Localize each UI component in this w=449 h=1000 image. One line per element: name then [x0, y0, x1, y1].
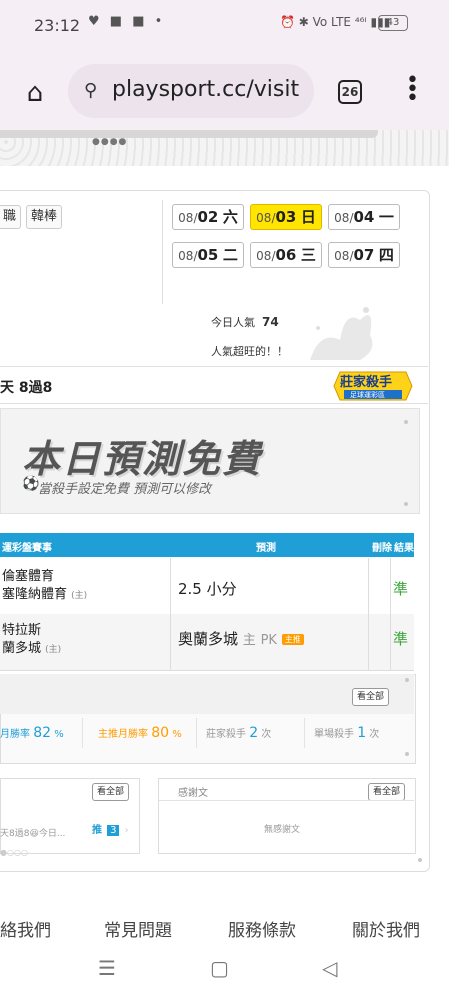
push-counter[interactable]: 推 3 ›: [92, 818, 129, 837]
status-time: 23:12: [34, 16, 81, 35]
footer-about-link[interactable]: 關於我們: [352, 916, 420, 941]
see-all-button[interactable]: 看全部: [368, 783, 406, 801]
result-badge: 準: [393, 580, 409, 598]
banker-killer-count: 莊家殺手 2 次: [206, 725, 272, 741]
col-event: 運彩盤賽事: [2, 543, 52, 554]
col-divider: [170, 558, 171, 614]
header-tab-bar: [0, 130, 378, 138]
prediction-value: 2.5 小分: [178, 580, 237, 598]
main-pick-tag: 主推: [281, 634, 304, 645]
col-divider: [368, 558, 369, 614]
date-button[interactable]: 08/07 四: [328, 242, 400, 268]
footer-contact-link[interactable]: 絡我們: [0, 916, 51, 941]
match-teams[interactable]: 特拉斯 蘭多城 (主): [2, 622, 61, 659]
col-divider: [170, 614, 171, 670]
see-all-button[interactable]: 看全部: [92, 783, 130, 801]
popularity-count: 今日人氣 74: [211, 315, 279, 329]
site-settings-icon[interactable]: ⚲: [84, 80, 97, 101]
col-result: 結果: [394, 543, 414, 554]
popularity-note: 人氣超旺的！！: [211, 345, 288, 358]
corner-dot: [404, 420, 408, 424]
prediction-table-header: 運彩盤賽事 預測 刪除 結果: [0, 533, 414, 557]
soccer-ball-icon: ⚽: [22, 476, 40, 492]
top-pick-month-win-rate: 主推月勝率 80 %: [98, 725, 182, 741]
see-all-button[interactable]: 看全部: [352, 688, 390, 706]
badge-title: 莊家殺手: [340, 375, 393, 390]
home-icon[interactable]: ⌂: [20, 78, 50, 108]
system-status-icons: ⏰ ✱ Vo LTE ⁴⁶ᴵ ▮▮▮: [280, 15, 391, 29]
tab-count-button[interactable]: 26: [338, 80, 362, 104]
date-button-selected[interactable]: 08/03 日: [250, 204, 322, 230]
date-button[interactable]: 08/04 一: [328, 204, 400, 230]
date-button[interactable]: 08/05 二: [172, 242, 244, 268]
footer-terms-link[interactable]: 服務條款: [228, 916, 296, 941]
stat-divider: [304, 718, 305, 748]
battery-icon: 43: [378, 15, 408, 31]
badge-subtitle: 足球運彩區: [350, 391, 385, 399]
corner-dot: [405, 752, 409, 756]
match-teams[interactable]: 倫塞體育 塞隆納體育 (主): [2, 568, 87, 605]
more-menu-icon[interactable]: • • •: [406, 70, 419, 110]
month-win-rate: 月勝率 82 %: [0, 725, 64, 741]
prediction-value: 奧蘭多城 主 PK 主推: [178, 628, 304, 649]
recent-post-snippet[interactable]: 天8過8😆今日...: [0, 826, 65, 839]
thanks-empty-text: 無感謝文: [264, 825, 301, 835]
free-prediction-subtitle: 當殺手設定免費 預測可以修改: [38, 482, 212, 497]
notification-icons: ♥ ■ ■ •: [88, 14, 166, 29]
single-killer-count: 單場殺手 1 次: [314, 725, 380, 741]
corner-dot: [404, 502, 408, 506]
col-divider: [368, 614, 369, 670]
carousel-dots[interactable]: ●●●●: [92, 137, 127, 147]
date-button[interactable]: 08/02 六: [172, 204, 244, 230]
stat-divider: [196, 718, 197, 748]
divider: [162, 200, 163, 304]
date-button[interactable]: 08/06 三: [250, 242, 322, 268]
pager-dots: ●○○○: [0, 848, 28, 857]
main-card: [0, 190, 430, 872]
back-icon[interactable]: ◁: [322, 956, 337, 980]
league-tag[interactable]: 職: [0, 205, 22, 229]
league-tag[interactable]: 韓棒: [26, 205, 63, 229]
col-delete: 刪除: [372, 543, 392, 554]
free-prediction-title: 本日預測免費: [22, 437, 263, 481]
footer-faq-link[interactable]: 常見問題: [104, 916, 172, 941]
url-text[interactable]: playsport.cc/visit: [112, 77, 299, 102]
col-prediction: 預測: [256, 543, 276, 554]
home-nav-icon[interactable]: ▢: [210, 956, 229, 980]
splash-decoration-icon: [310, 307, 373, 360]
thanks-panel-title: 感謝文: [178, 788, 208, 799]
col-divider: [390, 558, 391, 614]
streak-text: 天 8過8: [0, 380, 53, 396]
recents-icon[interactable]: ☰: [98, 956, 116, 980]
result-badge: 準: [393, 630, 409, 648]
col-divider: [390, 614, 391, 670]
corner-dot: [405, 678, 409, 682]
divider: [159, 800, 414, 801]
corner-dot: [418, 858, 422, 862]
stat-divider: [82, 718, 83, 748]
